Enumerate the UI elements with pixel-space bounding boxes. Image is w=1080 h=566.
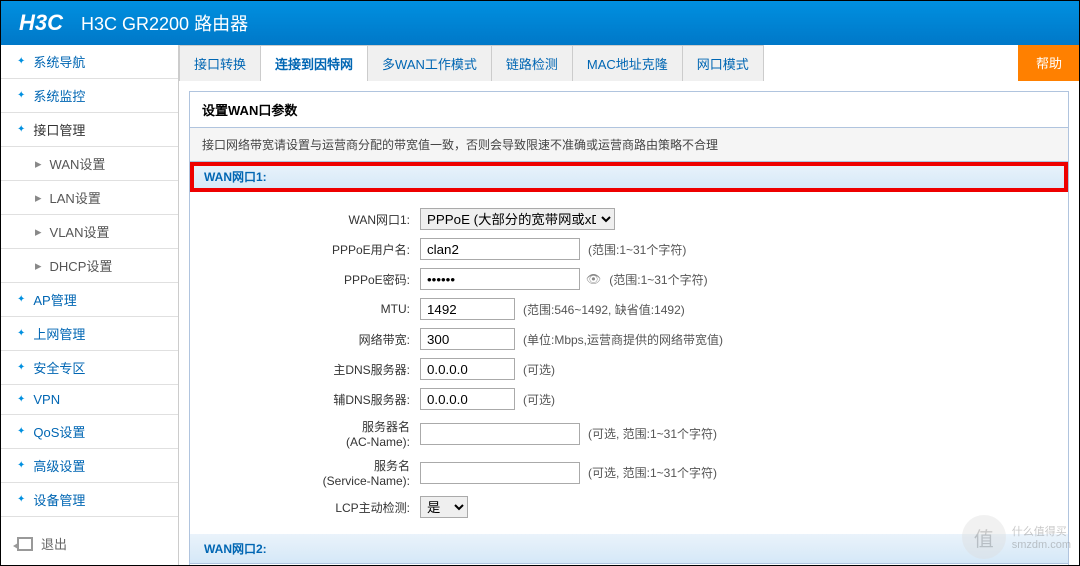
wan-port-label: WAN网口1: <box>210 211 420 228</box>
pppoe-user-hint: (范围:1~31个字符) <box>588 241 686 258</box>
header: H3C H3C GR2200 路由器 <box>1 1 1079 45</box>
tab-1[interactable]: 连接到因特网 <box>260 45 368 81</box>
device-title: H3C GR2200 路由器 <box>81 10 248 36</box>
nav-icon: ✦ <box>17 56 25 67</box>
sidebar-item-5[interactable]: ✦ 安全专区 <box>1 351 178 385</box>
sidebar-subitem-2-0[interactable]: ▸ WAN设置 <box>1 147 178 181</box>
nav-label: 安全专区 <box>33 358 85 377</box>
nav-icon: ✦ <box>17 426 25 437</box>
nav-label: 上网管理 <box>33 324 85 343</box>
wan-port-select[interactable]: PPPoE (大部分的宽带网或xDSL) <box>420 208 615 230</box>
sidebar-item-8[interactable]: ✦ 高级设置 <box>1 449 178 483</box>
bandwidth-hint: (单位:Mbps,运营商提供的网络带宽值) <box>523 331 723 348</box>
tab-2[interactable]: 多WAN工作模式 <box>367 45 492 81</box>
watermark-icon: 值 <box>962 515 1006 559</box>
logout-icon <box>17 537 33 551</box>
sidebar-item-3[interactable]: ✦ AP管理 <box>1 283 178 317</box>
pppoe-pass-hint: (范围:1~31个字符) <box>609 271 707 288</box>
mtu-input[interactable] <box>420 298 515 320</box>
nav-icon: ✦ <box>17 90 25 101</box>
sidebar-item-6[interactable]: ✦ VPN <box>1 385 178 415</box>
help-tab[interactable]: 帮助 <box>1018 45 1079 81</box>
wan1-section-header[interactable]: WAN网口1: <box>190 162 1068 192</box>
bandwidth-label: 网络带宽: <box>210 331 420 348</box>
dns2-label: 辅DNS服务器: <box>210 391 420 408</box>
mtu-hint: (范围:546~1492, 缺省值:1492) <box>523 301 685 318</box>
nav-sub-label: VLAN设置 <box>50 222 110 241</box>
bullet-icon: ▸ <box>35 224 42 240</box>
sidebar-item-0[interactable]: ✦ 系统导航 <box>1 45 178 79</box>
sidebar-item-2[interactable]: ✦ 接口管理 <box>1 113 178 147</box>
dns2-input[interactable] <box>420 388 515 410</box>
nav-sub-label: DHCP设置 <box>50 256 113 275</box>
nav-label: AP管理 <box>33 290 76 309</box>
lcp-select[interactable]: 是 <box>420 496 468 518</box>
bullet-icon: ▸ <box>35 156 42 172</box>
nav-icon: ✦ <box>17 294 25 305</box>
nav-icon: ✦ <box>17 460 25 471</box>
lcp-label: LCP主动检测: <box>210 499 420 516</box>
sidebar-item-9[interactable]: ✦ 设备管理 <box>1 483 178 517</box>
nav-label: 高级设置 <box>33 456 85 475</box>
sidebar: ✦ 系统导航 ✦ 系统监控 ✦ 接口管理 ▸ WAN设置 ▸ LAN设置 ▸ VLAN设置 ▸ DHCP设… <box>1 45 179 565</box>
nav-icon: ✦ <box>17 362 25 373</box>
wan2-section-header[interactable]: WAN网口2: <box>190 534 1068 564</box>
svcname-hint: (可选, 范围:1~31个字符) <box>588 464 717 481</box>
pppoe-user-label: PPPoE用户名: <box>210 241 420 258</box>
mtu-label: MTU: <box>210 302 420 316</box>
nav-label: VPN <box>33 392 60 407</box>
panel-title: 设置WAN口参数 <box>190 92 1068 128</box>
sidebar-subitem-2-2[interactable]: ▸ VLAN设置 <box>1 215 178 249</box>
bullet-icon: ▸ <box>35 258 42 274</box>
nav-label: 接口管理 <box>33 120 85 139</box>
sidebar-item-4[interactable]: ✦ 上网管理 <box>1 317 178 351</box>
nav-label: 系统监控 <box>33 86 85 105</box>
wan1-form: WAN网口1: PPPoE (大部分的宽带网或xDSL) PPPoE用户名: (… <box>190 192 1068 534</box>
content: 设置WAN口参数 接口网络带宽请设置与运营商分配的带宽值一致，否则会导致限速不准… <box>179 81 1079 565</box>
tab-3[interactable]: 链路检测 <box>491 45 573 81</box>
nav-sub-label: LAN设置 <box>50 188 101 207</box>
nav-icon: ✦ <box>17 494 25 505</box>
dns1-hint: (可选) <box>523 361 555 378</box>
tab-5[interactable]: 网口模式 <box>682 45 764 81</box>
bandwidth-input[interactable] <box>420 328 515 350</box>
main-area: 接口转换连接到因特网多WAN工作模式链路检测MAC地址克隆网口模式 帮助 设置WA… <box>179 45 1079 565</box>
pppoe-user-input[interactable] <box>420 238 580 260</box>
nav-label: QoS设置 <box>33 422 85 441</box>
nav-icon: ✦ <box>17 394 25 405</box>
logo: H3C <box>19 10 63 36</box>
acname-label: 服务器名(AC-Name): <box>210 418 420 449</box>
dns2-hint: (可选) <box>523 391 555 408</box>
tab-4[interactable]: MAC地址克隆 <box>572 45 683 81</box>
nav-icon: ✦ <box>17 328 25 339</box>
tab-bar: 接口转换连接到因特网多WAN工作模式链路检测MAC地址克隆网口模式 帮助 <box>179 45 1079 81</box>
nav-sub-label: WAN设置 <box>50 154 106 173</box>
svcname-label: 服务名(Service-Name): <box>210 457 420 488</box>
nav-label: 系统导航 <box>33 52 85 71</box>
logout-label: 退出 <box>41 534 67 553</box>
nav-label: 设备管理 <box>33 490 85 509</box>
wan-panel: 设置WAN口参数 接口网络带宽请设置与运营商分配的带宽值一致，否则会导致限速不准… <box>189 91 1069 565</box>
pppoe-pass-label: PPPoE密码: <box>210 271 420 288</box>
sidebar-item-7[interactable]: ✦ QoS设置 <box>1 415 178 449</box>
sidebar-subitem-2-1[interactable]: ▸ LAN设置 <box>1 181 178 215</box>
svcname-input[interactable] <box>420 462 580 484</box>
bullet-icon: ▸ <box>35 190 42 206</box>
tab-0[interactable]: 接口转换 <box>179 45 261 81</box>
dns1-input[interactable] <box>420 358 515 380</box>
pppoe-pass-input[interactable] <box>420 268 580 290</box>
watermark: 值 什么值得买 smzdm.com <box>962 515 1071 559</box>
logout-link[interactable]: 退出 <box>1 522 178 565</box>
sidebar-item-1[interactable]: ✦ 系统监控 <box>1 79 178 113</box>
nav-icon: ✦ <box>17 124 25 135</box>
eye-icon[interactable]: 👁 <box>586 272 601 286</box>
acname-input[interactable] <box>420 423 580 445</box>
dns1-label: 主DNS服务器: <box>210 361 420 378</box>
acname-hint: (可选, 范围:1~31个字符) <box>588 425 717 442</box>
panel-notice: 接口网络带宽请设置与运营商分配的带宽值一致，否则会导致限速不准确或运营商路由策略… <box>190 128 1068 162</box>
sidebar-subitem-2-3[interactable]: ▸ DHCP设置 <box>1 249 178 283</box>
